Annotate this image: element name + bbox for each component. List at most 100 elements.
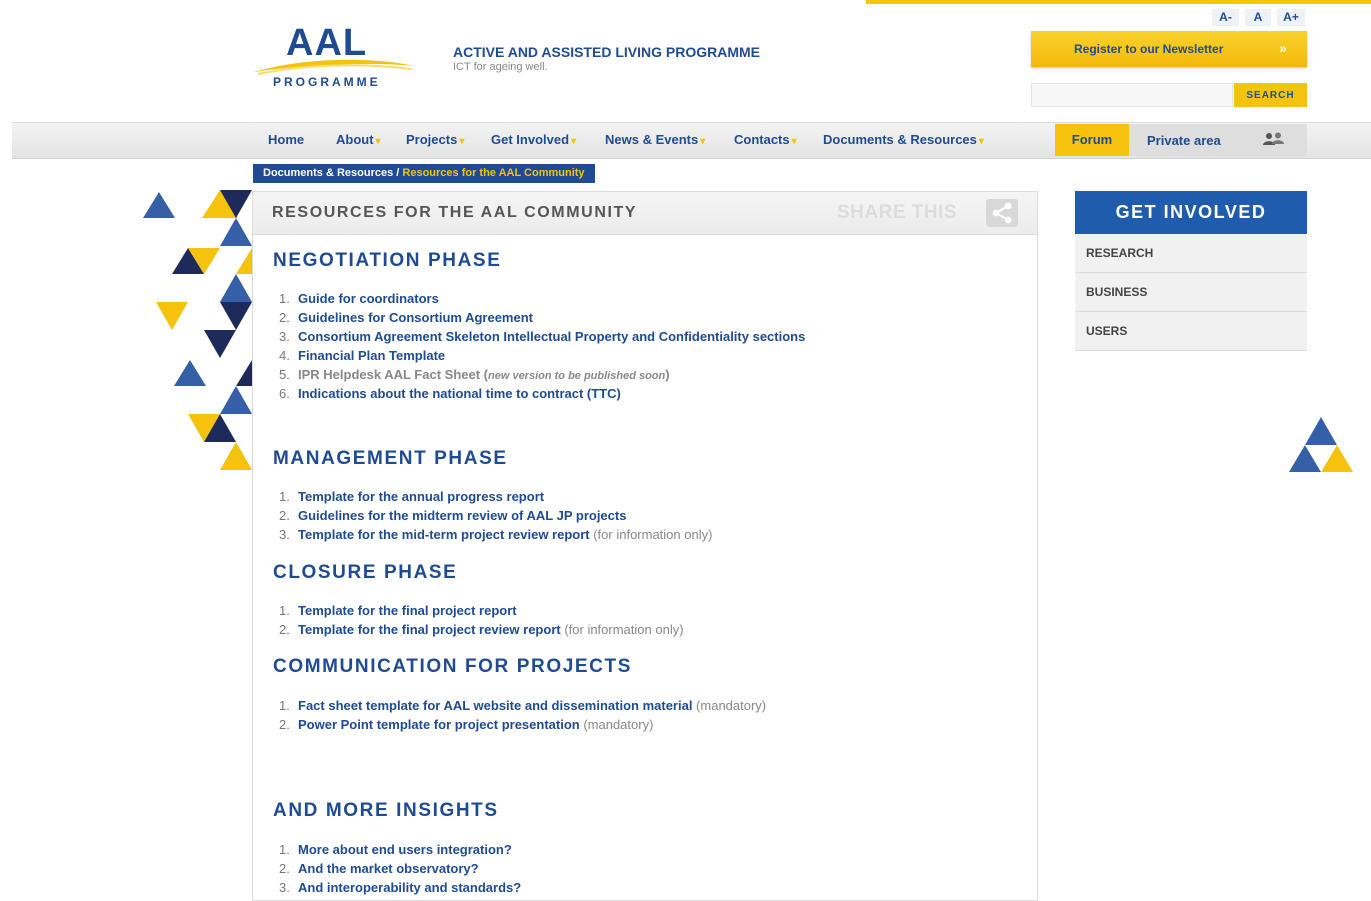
guide-coordinators-link[interactable]: Guide for coordinators [298, 291, 439, 306]
newsletter-button[interactable]: Register to our Newsletter » [1031, 31, 1307, 67]
breadcrumb-current: Resources for the AAL Community [402, 167, 585, 179]
newsletter-label: Register to our Newsletter [1074, 42, 1224, 56]
list-item: 6. Indications about the national time to… [279, 384, 805, 403]
private-area-button[interactable]: Private area [1129, 124, 1307, 156]
item-number: 3. [279, 880, 290, 895]
financial-plan-link[interactable]: Financial Plan Template [298, 348, 445, 363]
nav-item-get-involved[interactable]: Get Involved ▾ [491, 132, 576, 147]
negotiation-list: 1. Guide for coordinators 2. Guidelines fo… [279, 289, 805, 403]
page-title: RESOURCES FOR THE AAL COMMUNITY [272, 204, 638, 221]
list-item: 1. Guide for coordinators [279, 289, 805, 308]
item-number: 1. [279, 603, 290, 618]
ipr-helpdesk-text: IPR Helpdesk AAL Fact Sheet (new version… [298, 367, 670, 382]
caret-down-icon: ▾ [375, 136, 381, 147]
logo-subtext: PROGRAMME [273, 75, 381, 89]
caret-down-icon: ▾ [571, 136, 577, 147]
program-tagline: ICT for ageing well. [453, 61, 548, 73]
final-review-template-link[interactable]: Template for the final project review re… [298, 622, 561, 637]
nav-item-about[interactable]: About ▾ [336, 132, 381, 147]
get-involved-sidebar: GET INVOLVED RESEARCH BUSINESS USERS [1075, 191, 1307, 351]
decorative-triangles-right [1289, 417, 1353, 472]
fact-sheet-template-link[interactable]: Fact sheet template for AAL website and … [298, 698, 692, 713]
item-number: 2. [279, 717, 290, 732]
list-item: 2. Guidelines for the midterm review of A… [279, 506, 712, 525]
breadcrumb-parent-link[interactable]: Documents & Resources [263, 167, 393, 179]
ttc-indications-link[interactable]: Indications about the national time to c… [298, 386, 621, 401]
get-involved-heading: GET INVOLVED [1075, 191, 1307, 234]
nav-item-label: News & Events [605, 132, 699, 147]
more-insights-list: 1. More about end users integration? 2. An… [279, 840, 521, 897]
consortium-guidelines-link[interactable]: Guidelines for Consortium Agreement [298, 310, 533, 325]
item-number: 1. [279, 698, 290, 713]
double-chevron-right-icon: » [1279, 40, 1287, 56]
end-users-link[interactable]: More about end users integration? [298, 842, 512, 857]
interoperability-link[interactable]: And interoperability and standards? [298, 880, 521, 895]
item-note: (for information only) [560, 622, 684, 637]
item-number: 2. [279, 310, 290, 325]
item-number: 6. [279, 386, 290, 401]
section-heading-management: MANAGEMENT PHASE [273, 448, 508, 469]
nav-item-home[interactable]: Home [268, 132, 304, 147]
market-observatory-link[interactable]: And the market observatory? [298, 861, 479, 876]
aal-logo[interactable]: AAL PROGRAMME [252, 18, 417, 98]
list-item: 1. Fact sheet template for AAL website an… [279, 696, 766, 715]
breadcrumb-separator: / [393, 167, 403, 179]
powerpoint-template-link[interactable]: Power Point template for project present… [298, 717, 580, 732]
item-note: (mandatory) [579, 717, 654, 732]
item-note: (for information only) [589, 527, 713, 542]
sidebar-item-business[interactable]: BUSINESS [1075, 273, 1307, 312]
communication-list: 1. Fact sheet template for AAL website an… [279, 696, 766, 734]
content-header: RESOURCES FOR THE AAL COMMUNITY SHARE TH… [253, 192, 1037, 235]
item-number: 1. [279, 489, 290, 504]
search-button[interactable]: SEARCH [1234, 83, 1307, 107]
caret-down-icon: ▾ [791, 136, 797, 147]
item-number: 2. [279, 861, 290, 876]
management-list: 1. Template for the annual progress repor… [279, 487, 712, 544]
closure-list: 1. Template for the final project report … [279, 601, 684, 639]
nav-item-label: Home [268, 132, 305, 147]
list-item: 4. Financial Plan Template [279, 346, 805, 365]
item-number: 3. [279, 527, 290, 542]
item-number: 1. [279, 291, 290, 306]
item-number: 5. [279, 367, 290, 382]
list-item: 1. Template for the annual progress repor… [279, 487, 712, 506]
sidebar-item-research[interactable]: RESEARCH [1075, 234, 1307, 273]
caret-down-icon: ▾ [978, 136, 984, 147]
list-item: 1. More about end users integration? [279, 840, 521, 859]
item-number: 2. [279, 508, 290, 523]
users-icon [1263, 132, 1284, 145]
nav-item-projects[interactable]: Projects ▾ [406, 132, 464, 147]
final-report-template-link[interactable]: Template for the final project report [298, 603, 517, 618]
list-item: 3. Template for the mid-term project revi… [279, 525, 712, 544]
nav-item-documents-resources[interactable]: Documents & Resources ▾ [823, 132, 984, 147]
caret-down-icon: ▾ [459, 136, 465, 147]
section-heading-negotiation: NEGOTIATION PHASE [273, 250, 502, 271]
private-area-label: Private area [1147, 133, 1221, 148]
annual-report-template-link[interactable]: Template for the annual progress report [298, 489, 544, 504]
consortium-skeleton-link[interactable]: Consortium Agreement Skeleton Intellectu… [298, 329, 805, 344]
share-this-button[interactable]: SHARE THIS [837, 202, 957, 224]
forum-button[interactable]: Forum [1055, 124, 1129, 156]
midterm-review-template-link[interactable]: Template for the mid-term project review… [298, 527, 590, 542]
list-item: 2. Power Point template for project prese… [279, 715, 766, 734]
ipr-helpdesk-close: ) [665, 367, 670, 382]
caret-down-icon: ▾ [700, 136, 706, 147]
nav-item-label: Contacts [734, 132, 790, 147]
sidebar-item-users[interactable]: USERS [1075, 312, 1307, 351]
nav-item-label: Get Involved [491, 132, 570, 147]
nav-item-news-events[interactable]: News & Events ▾ [605, 132, 705, 147]
font-larger-button[interactable]: A+ [1277, 9, 1305, 26]
nav-item-label: About [336, 132, 374, 147]
item-number: 3. [279, 329, 290, 344]
main-content-panel: RESOURCES FOR THE AAL COMMUNITY SHARE TH… [252, 191, 1038, 901]
list-item: 5. IPR Helpdesk AAL Fact Sheet (new versi… [279, 365, 805, 384]
ipr-helpdesk-label: IPR Helpdesk AAL Fact Sheet ( [298, 367, 488, 382]
item-number: 1. [279, 842, 290, 857]
midterm-guidelines-link[interactable]: Guidelines for the midterm review of AAL… [298, 508, 626, 523]
font-normal-button[interactable]: A [1245, 9, 1271, 26]
share-icon[interactable] [986, 199, 1018, 227]
nav-item-contacts[interactable]: Contacts ▾ [734, 132, 797, 147]
search-input[interactable] [1031, 83, 1233, 107]
font-smaller-button[interactable]: A- [1212, 9, 1239, 26]
list-item: 2. Guidelines for Consortium Agreement [279, 308, 805, 327]
